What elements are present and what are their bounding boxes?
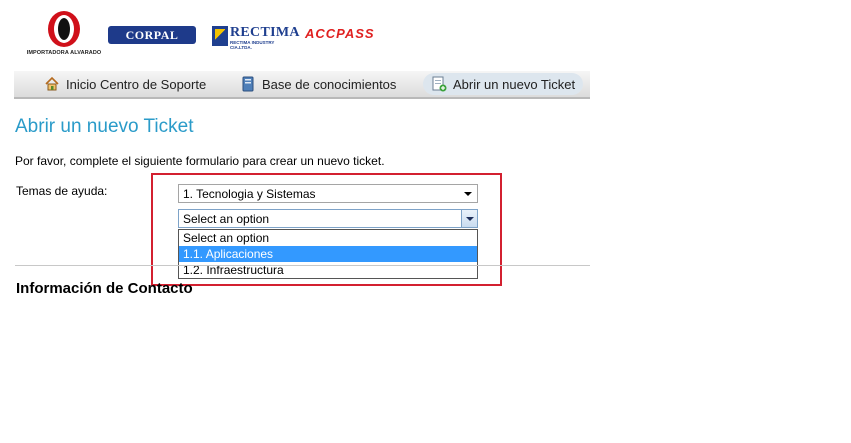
- contact-info-heading: Información de Contacto: [16, 280, 193, 297]
- rectima-logo-subtext: RECTIMA INDUSTRY CIA.LTDA.: [230, 40, 275, 50]
- nav-item-new-ticket[interactable]: Abrir un nuevo Ticket: [423, 73, 584, 95]
- help-topic-label: Temas de ayuda:: [16, 184, 108, 198]
- page-title: Abrir un nuevo Ticket: [15, 116, 194, 137]
- corpal-logo-text: CORPAL: [125, 27, 179, 42]
- annotation-highlight-box: [151, 173, 502, 286]
- accpass-logo: ACCPASS: [305, 26, 375, 41]
- rectima-logo-mark: [212, 26, 228, 46]
- nav-item-home[interactable]: Inicio Centro de Soporte: [44, 71, 206, 97]
- nav-item-new-ticket-label: Abrir un nuevo Ticket: [453, 76, 576, 92]
- nav-item-home-label: Inicio Centro de Soporte: [66, 76, 207, 92]
- alvarado-logo-mark: [48, 11, 80, 47]
- book-icon: [240, 76, 256, 92]
- rectima-logo-text: RECTIMA: [230, 25, 300, 40]
- importadora-alvarado-logo: IMPORTADORA ALVARADO: [24, 10, 104, 58]
- intro-text: Por favor, complete el siguiente formula…: [15, 154, 385, 168]
- nav-item-knowledgebase[interactable]: Base de conocimientos: [240, 71, 396, 97]
- rectima-logo: RECTIMA RECTIMA INDUSTRY CIA.LTDA.: [212, 25, 299, 50]
- nav-item-knowledgebase-label: Base de conocimientos: [262, 76, 397, 92]
- nav-bar: Inicio Centro de Soporte Base de conocim…: [14, 71, 590, 99]
- home-icon: [44, 76, 60, 92]
- section-divider: [15, 265, 590, 266]
- new-ticket-icon: [431, 76, 447, 92]
- corpal-logo: CORPAL: [108, 26, 196, 44]
- alvarado-logo-text: IMPORTADORA ALVARADO: [26, 50, 102, 56]
